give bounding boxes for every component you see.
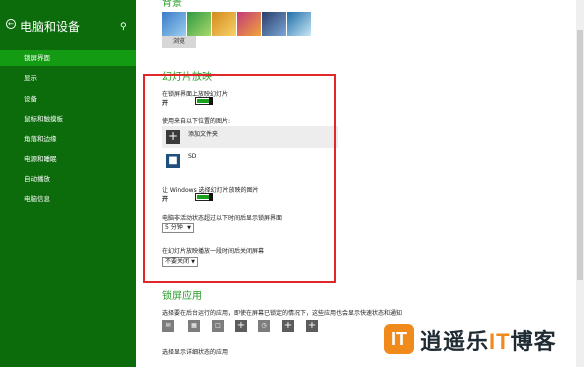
background-thumb-2[interactable] — [187, 12, 211, 36]
nav-label: 显示 — [24, 74, 37, 82]
nav-label: 电脑信息 — [24, 195, 50, 203]
nav-item-mouse-touchpad[interactable]: 鼠标和触摸板 — [0, 111, 136, 127]
background-thumb-3[interactable] — [212, 12, 236, 36]
background-thumb-4[interactable] — [237, 12, 261, 36]
logo-text-c: 博客 — [510, 329, 557, 354]
nav-label: 自动播放 — [24, 175, 50, 183]
browse-button[interactable]: 浏览 — [162, 36, 196, 48]
background-thumb-1[interactable] — [162, 12, 186, 36]
lock-apps-heading: 锁屏应用 — [162, 291, 202, 302]
nav-label: 角落和边缘 — [24, 135, 57, 143]
nav-item-power-sleep[interactable]: 电源和睡眠 — [0, 151, 136, 167]
nav-item-lock-screen[interactable]: 锁屏界面 — [0, 50, 136, 66]
watermark-logo: IT 逍遥乐IT博客 — [384, 322, 574, 364]
background-thumb-6[interactable] — [287, 12, 311, 36]
background-heading: 背景 — [162, 0, 182, 9]
message-app-icon[interactable]: □ — [212, 320, 224, 332]
calendar-app-icon[interactable]: ▦ — [188, 320, 200, 332]
alarm-app-icon[interactable]: ◷ — [258, 320, 270, 332]
nav-item-autoplay[interactable]: 自动播放 — [0, 171, 136, 187]
nav-item-pc-info[interactable]: 电脑信息 — [0, 191, 136, 207]
logo-text-b: IT — [489, 329, 511, 354]
add-app-icon[interactable]: + — [235, 320, 247, 332]
nav-label: 电源和睡眠 — [24, 155, 57, 163]
logo-text-a: 逍遥乐 — [420, 329, 490, 354]
nav-item-devices[interactable]: 设备 — [0, 91, 136, 107]
background-thumb-5[interactable] — [262, 12, 286, 36]
nav-item-display[interactable]: 显示 — [0, 70, 136, 86]
pane-title: 电脑和设备 — [20, 20, 81, 34]
left-pane: ← 电脑和设备 ⚲ 锁屏界面 显示 设备 鼠标和触摸板 角落和边缘 电源和睡眠 … — [0, 0, 136, 367]
highlight-box — [143, 74, 336, 283]
lock-apps-description: 选择要在后台运行的应用，即使在屏幕已锁定的情况下，这些应用也会显示快速状态和通知 — [162, 310, 403, 317]
nav-item-corners-edges[interactable]: 角落和边缘 — [0, 131, 136, 147]
mail-app-icon[interactable]: ✉ — [162, 320, 174, 332]
detailed-status-label: 选择显示详细状态的应用 — [162, 349, 229, 356]
nav-label: 设备 — [24, 95, 37, 103]
add-app-icon[interactable]: + — [282, 320, 294, 332]
back-icon[interactable]: ← — [6, 19, 16, 29]
add-app-icon[interactable]: + — [306, 320, 318, 332]
nav-label: 鼠标和触摸板 — [24, 115, 63, 123]
scrollbar-thumb[interactable] — [577, 30, 583, 280]
nav-label: 锁屏界面 — [24, 54, 50, 62]
logo-text: 逍遥乐IT博客 — [420, 324, 557, 356]
search-icon[interactable]: ⚲ — [120, 22, 127, 32]
logo-icon: IT — [384, 324, 414, 354]
